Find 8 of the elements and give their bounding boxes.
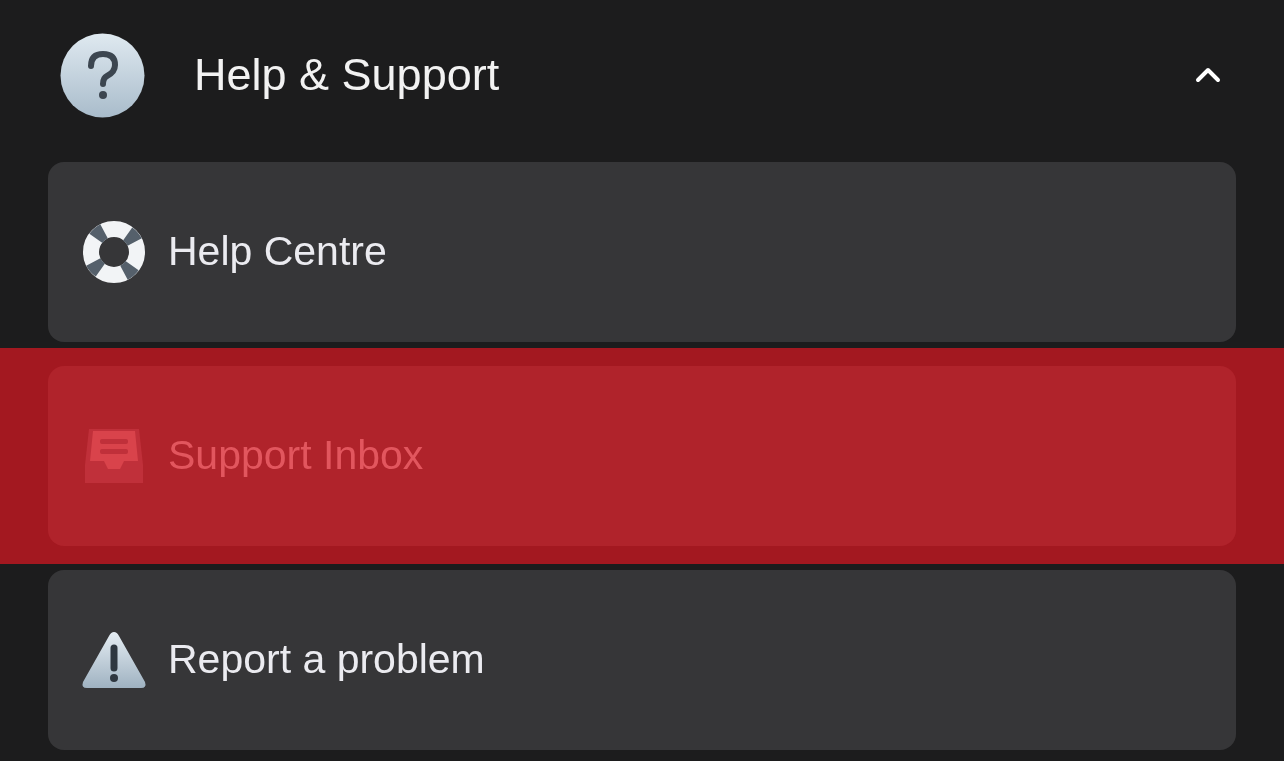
menu-item[interactable]: Help Centre: [48, 162, 1236, 342]
section-title: Help & Support: [194, 48, 500, 103]
menu-item[interactable]: Report a problem: [48, 570, 1236, 750]
lifebuoy-icon: [81, 219, 147, 285]
menu-item-label: Help Centre: [168, 227, 387, 277]
help-icon: [60, 32, 145, 118]
warning-icon: [81, 630, 147, 690]
menu-item-label: Report a problem: [168, 635, 485, 685]
